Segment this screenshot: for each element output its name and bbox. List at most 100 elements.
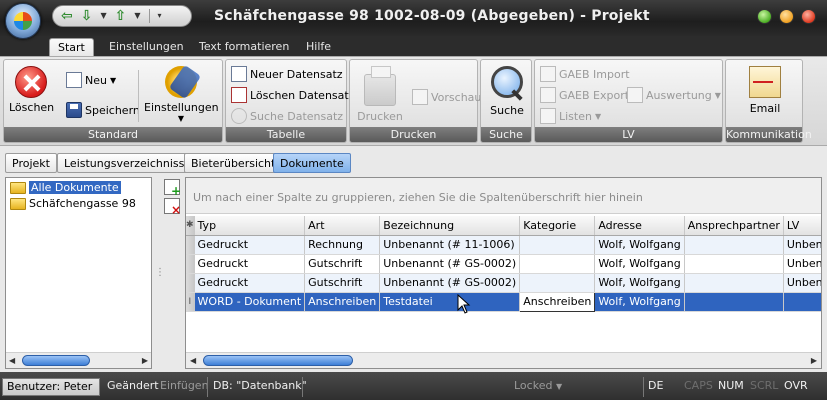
delete-button[interactable]: Löschen — [9, 66, 54, 114]
row-indicator[interactable] — [186, 254, 195, 274]
lists-button[interactable]: Listen ▼ — [540, 108, 601, 124]
cell-lv[interactable]: Unbenannt — [783, 273, 821, 293]
cell-art[interactable]: Rechnung — [304, 235, 381, 255]
new-record-button[interactable]: Neuer Datensatz — [231, 66, 343, 82]
cell-adresse[interactable]: Wolf, Wolfgang — [594, 235, 685, 255]
search-button[interactable]: Suche — [487, 66, 527, 117]
table-row[interactable]: Gedruckt Gutschrift Unbenannt (# GS-0002… — [186, 254, 821, 274]
cell-art[interactable]: Anschreiben — [304, 292, 381, 312]
customize-qat-icon[interactable]: ▾ — [158, 9, 162, 23]
cell-adresse[interactable]: Wolf, Wolfgang — [594, 254, 685, 274]
tab-hilfe[interactable]: Hilfe — [298, 38, 339, 56]
column-header-ansprechpartner[interactable]: Ansprechpartner — [684, 216, 784, 236]
table-row[interactable]: Gedruckt Rechnung Unbenannt (# 11-1006) … — [186, 235, 821, 255]
cell-ansprechpartner[interactable] — [684, 273, 784, 293]
maximize-button[interactable] — [779, 9, 794, 24]
minimize-button[interactable] — [757, 9, 772, 24]
add-document-icon[interactable] — [164, 179, 181, 198]
tab-start[interactable]: Start — [49, 38, 94, 56]
tab-einstellungen[interactable]: Einstellungen — [101, 38, 192, 56]
cell-ansprechpartner[interactable] — [684, 235, 784, 255]
group-by-panel[interactable]: Um nach einer Spalte zu gruppieren, zieh… — [186, 178, 821, 214]
tab-projekt[interactable]: Projekt — [5, 153, 57, 173]
group-suche: Suche Suche — [480, 59, 532, 143]
cell-typ[interactable]: Gedruckt — [194, 235, 306, 255]
cell-bezeichnung[interactable]: Unbenannt (# GS-0002) — [379, 273, 521, 293]
cell-kategorie[interactable] — [519, 254, 596, 274]
locked-indicator[interactable]: Locked ▼ — [510, 378, 566, 396]
cell-typ[interactable]: WORD - Dokument — [194, 292, 306, 312]
app-menu-button[interactable] — [5, 3, 41, 39]
cell-ansprechpartner[interactable] — [684, 254, 784, 274]
search-record-button[interactable]: Suche Datensatz — [231, 108, 343, 124]
column-header-bezeichnung[interactable]: Bezeichnung — [379, 216, 521, 236]
row-indicator[interactable] — [186, 235, 195, 255]
cell-bezeichnung[interactable]: Testdatei — [379, 292, 521, 312]
row-indicator-header[interactable]: ✱ — [186, 216, 195, 236]
column-header-kategorie[interactable]: Kategorie — [519, 216, 596, 236]
tab-leistungsverzeichnisse[interactable]: Leistungsverzeichnisse — [57, 153, 199, 173]
scroll-right-icon[interactable]: ▶ — [811, 356, 817, 365]
column-header-art[interactable]: Art — [304, 216, 381, 236]
user-selector[interactable]: Benutzer: Peter ▼ — [2, 378, 100, 400]
cell-kategorie[interactable] — [519, 273, 596, 293]
new-button[interactable]: Neu ▼ — [66, 72, 116, 88]
down-arrow-icon[interactable]: ⇩ — [81, 9, 93, 23]
evaluation-button[interactable]: Auswertung ▼ — [627, 87, 721, 103]
save-button[interactable]: Speichern — [66, 102, 140, 118]
table-row[interactable]: Gedruckt Gutschrift Unbenannt (# GS-0002… — [186, 273, 821, 293]
cell-art[interactable]: Gutschrift — [304, 254, 381, 274]
language-indicator: DE — [648, 379, 664, 392]
settings-button[interactable]: Einstellungen ▼ — [144, 66, 219, 123]
folder-icon — [10, 197, 26, 210]
scroll-left-icon[interactable]: ◀ — [190, 356, 196, 365]
cell-kategorie[interactable] — [519, 235, 596, 255]
tab-text-formatieren[interactable]: Text formatieren — [191, 38, 297, 56]
scrollbar-thumb[interactable] — [22, 355, 90, 366]
ribbon: Löschen Neu ▼ Speichern Einstellungen ▼ … — [0, 56, 827, 145]
table-row-selected[interactable]: I WORD - Dokument Anschreiben Testdatei … — [186, 291, 821, 312]
column-header-adresse[interactable]: Adresse — [594, 216, 685, 236]
cell-adresse[interactable]: Wolf, Wolfgang — [594, 273, 685, 293]
tree-horizontal-scrollbar[interactable]: ◀ ▶ — [6, 352, 151, 368]
up-arrow-icon[interactable]: ⇧ — [115, 9, 127, 23]
cell-art[interactable]: Gutschrift — [304, 273, 381, 293]
chevron-down-icon[interactable]: ▼ — [100, 9, 106, 23]
scrollbar-thumb[interactable] — [203, 355, 353, 366]
tab-bieteruebersicht[interactable]: Bieterübersicht — [184, 153, 283, 173]
tab-dokumente[interactable]: Dokumente — [273, 153, 351, 173]
cell-typ[interactable]: Gedruckt — [194, 254, 306, 274]
cell-ansprechpartner[interactable] — [684, 292, 784, 312]
cell-lv[interactable]: Unbenannt — [783, 235, 821, 255]
cell-lv[interactable]: Unbenannt — [783, 254, 821, 274]
panel-splitter[interactable]: ⋮ — [153, 177, 165, 369]
group-tabelle: Neuer Datensatz Löschen Datensatz Suche … — [225, 59, 354, 143]
email-button[interactable]: Email — [736, 66, 794, 115]
row-edit-indicator-icon[interactable]: I — [186, 292, 195, 312]
cell-bezeichnung[interactable]: Unbenannt (# GS-0002) — [379, 254, 521, 274]
column-header-typ[interactable]: Typ — [194, 216, 306, 236]
cell-typ[interactable]: Gedruckt — [194, 273, 306, 293]
back-arrow-icon[interactable]: ⇦ — [61, 9, 73, 23]
cell-adresse[interactable]: Wolf, Wolfgang — [594, 292, 685, 312]
column-header-lv[interactable]: LV — [783, 216, 821, 236]
chevron-down-icon[interactable]: ▼ — [134, 9, 140, 23]
cell-bezeichnung[interactable]: Unbenannt (# 11-1006) — [379, 235, 521, 255]
print-button[interactable]: Drucken — [356, 66, 404, 123]
gaeb-import-button[interactable]: GAEB Import — [540, 66, 630, 82]
delete-record-button[interactable]: Löschen Datensatz — [231, 87, 354, 103]
scroll-left-icon[interactable]: ◀ — [9, 356, 15, 365]
cell-kategorie-editing[interactable]: Anschreiben — [519, 291, 596, 312]
gaeb-export-button[interactable]: GAEB Export — [540, 87, 629, 103]
row-indicator[interactable] — [186, 273, 195, 293]
window-title: Schäfchengasse 98 1002-08-09 (Abgegeben)… — [214, 8, 650, 24]
cell-lv[interactable] — [783, 292, 821, 312]
tree-item-all-documents[interactable]: Alle Dokumente — [10, 180, 121, 195]
preview-button[interactable]: Vorschau — [412, 89, 481, 105]
close-button[interactable] — [801, 9, 816, 24]
tree-item-project-folder[interactable]: Schäfchengasse 98 — [10, 196, 136, 211]
table-header-row: ✱ Typ Art Bezeichnung Kategorie Adresse … — [186, 216, 821, 236]
scroll-right-icon[interactable]: ▶ — [142, 356, 148, 365]
grid-horizontal-scrollbar[interactable]: ◀ ▶ — [186, 352, 821, 368]
remove-document-icon[interactable] — [164, 198, 181, 217]
